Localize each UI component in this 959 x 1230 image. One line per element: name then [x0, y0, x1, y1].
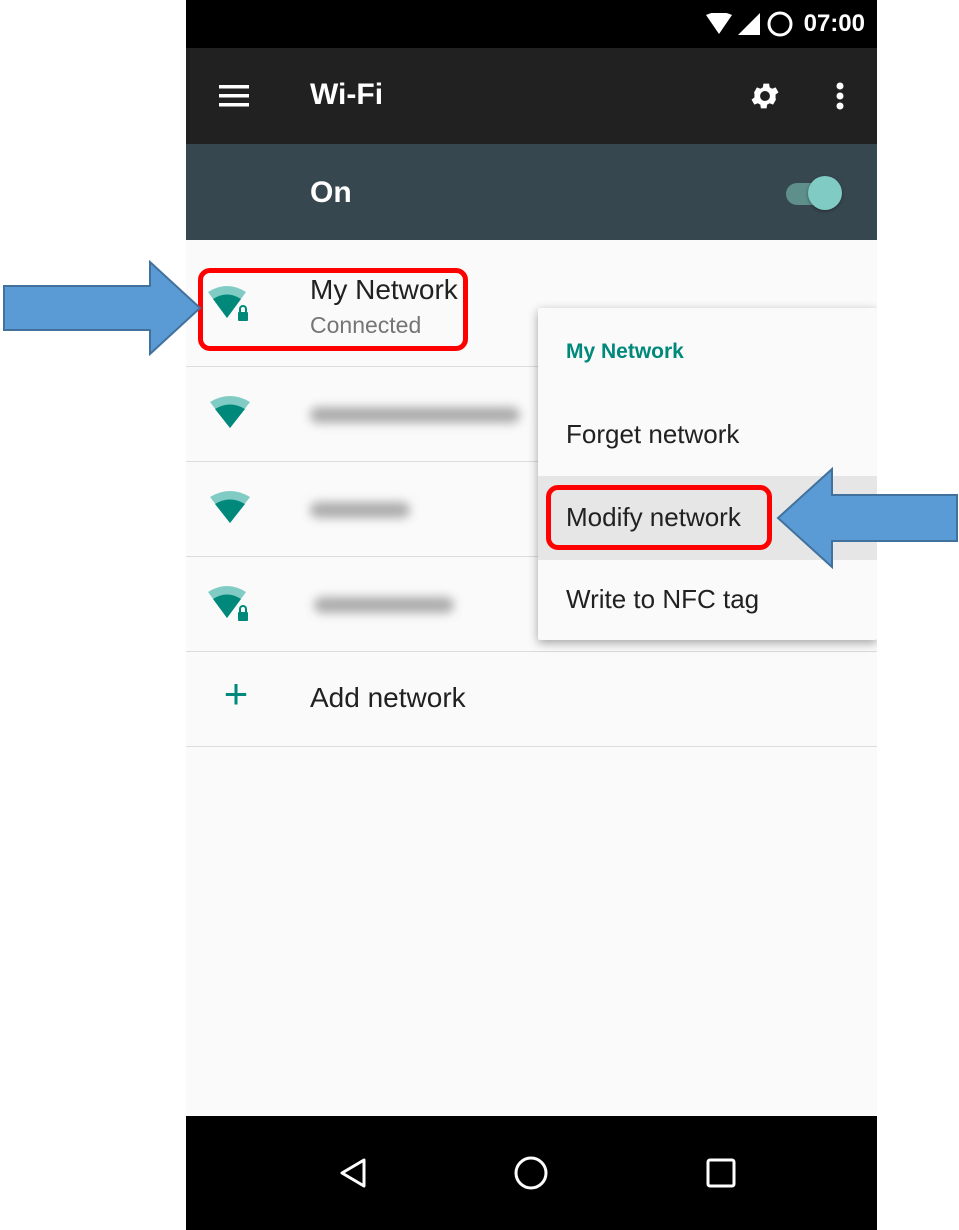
recents-square-icon[interactable]	[700, 1152, 742, 1194]
menu-item-label: Forget network	[566, 419, 740, 449]
page-title: Wi-Fi	[310, 78, 384, 111]
add-network-button[interactable]: + Add network	[186, 652, 877, 747]
annotation-arrow-right	[3, 259, 202, 357]
blurred-network-name	[314, 597, 454, 613]
back-triangle-icon[interactable]	[332, 1152, 374, 1194]
wifi-switch-bar: On	[186, 144, 877, 240]
context-menu-title: My Network	[566, 340, 684, 363]
status-bar: 07:00	[186, 0, 877, 48]
gear-icon[interactable]	[741, 72, 789, 120]
more-vert-icon[interactable]	[816, 72, 864, 120]
phone-screen: 07:00 Wi-Fi On My Network Connected + Ad…	[186, 0, 877, 1230]
toggle-thumb	[808, 176, 842, 210]
wifi-signal-icon	[705, 13, 732, 34]
status-time: 07:00	[803, 10, 865, 37]
hamburger-menu-icon[interactable]	[210, 72, 258, 120]
page: 07:00 Wi-Fi On My Network Connected + Ad…	[0, 0, 959, 1230]
wifi-icon	[210, 396, 250, 428]
highlight-modify-network	[546, 485, 772, 550]
menu-item-label: Write to NFC tag	[566, 584, 760, 614]
plus-icon: +	[223, 670, 249, 717]
add-network-label: Add network	[310, 682, 466, 713]
home-circle-icon[interactable]	[510, 1152, 552, 1194]
battery-circle-icon	[767, 11, 793, 37]
wifi-switch-label: On	[310, 176, 352, 209]
toolbar: Wi-Fi	[186, 48, 877, 144]
highlight-my-network	[198, 268, 468, 351]
cell-signal-icon	[737, 13, 760, 35]
system-nav-bar	[186, 1116, 877, 1230]
status-icons: 07:00	[705, 10, 865, 38]
wifi-toggle-switch[interactable]	[786, 174, 844, 210]
blurred-network-name	[310, 407, 520, 423]
annotation-arrow-left	[776, 466, 958, 570]
wifi-icon	[210, 491, 250, 523]
blurred-network-name	[310, 502, 410, 518]
wifi-lock-icon	[208, 586, 248, 621]
